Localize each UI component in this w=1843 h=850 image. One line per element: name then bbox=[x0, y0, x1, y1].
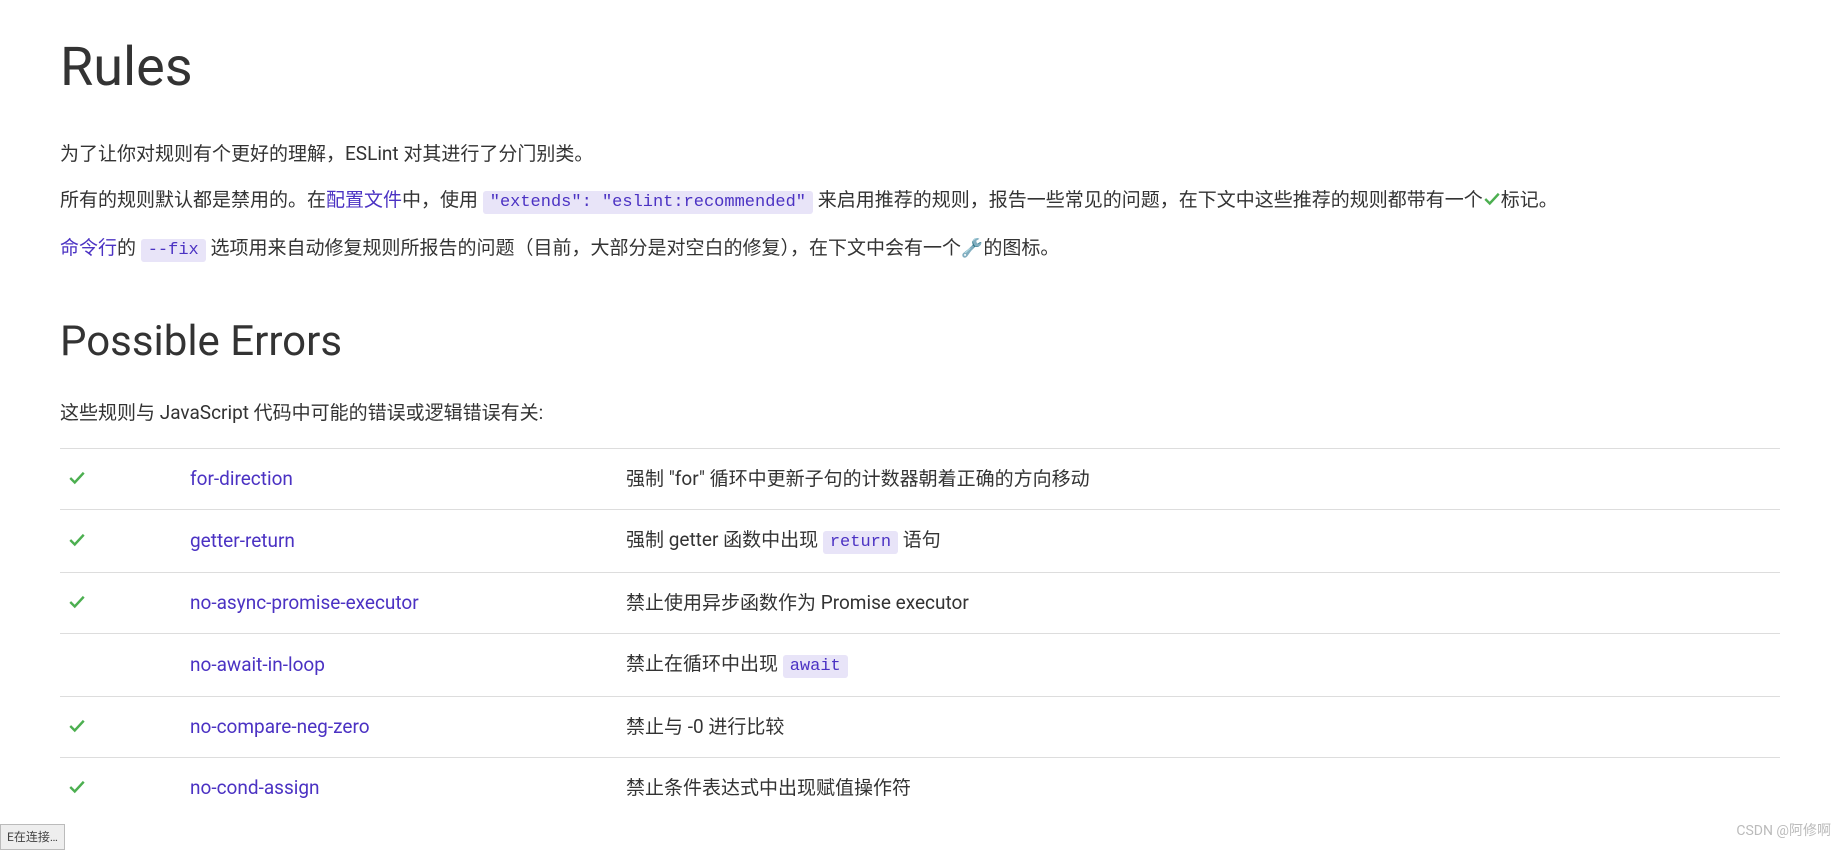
recommended-cell bbox=[60, 572, 121, 633]
text: 来启用推荐的规则，报告一些常见的问题，在下文中这些推荐的规则都带有一个 bbox=[813, 188, 1483, 211]
text: 禁止在循环中出现 bbox=[626, 652, 783, 675]
text: 语句 bbox=[898, 528, 941, 551]
recommended-cell bbox=[60, 448, 121, 509]
table-row: for-direction 强制 "for" 循环中更新子句的计数器朝着正确的方向… bbox=[60, 448, 1780, 509]
section-heading: Possible Errors bbox=[60, 306, 1780, 377]
rules-table: for-direction 强制 "for" 循环中更新子句的计数器朝着正确的方向… bbox=[60, 448, 1780, 819]
rule-desc-cell: 强制 getter 函数中出现 return 语句 bbox=[618, 509, 1780, 572]
rule-link[interactable]: getter-return bbox=[190, 529, 295, 552]
code-fix: --fix bbox=[141, 239, 206, 262]
rule-desc-cell: 禁止与 -0 进行比较 bbox=[618, 696, 1780, 757]
cli-link[interactable]: 命令行 bbox=[60, 236, 117, 259]
recommended-cell bbox=[60, 634, 121, 697]
check-icon bbox=[68, 591, 86, 614]
fixable-cell bbox=[121, 634, 182, 697]
table-row: no-async-promise-executor 禁止使用异步函数作为 Prom… bbox=[60, 572, 1780, 633]
config-file-link[interactable]: 配置文件 bbox=[326, 188, 402, 211]
rule-link[interactable]: no-compare-neg-zero bbox=[190, 715, 370, 738]
text: 的 bbox=[117, 236, 141, 259]
inline-code: return bbox=[823, 531, 898, 554]
recommended-cell bbox=[60, 758, 121, 819]
fixable-cell bbox=[121, 758, 182, 819]
text: 所有的规则默认都是禁用的。在 bbox=[60, 188, 326, 211]
recommended-cell bbox=[60, 509, 121, 572]
text: 强制 "for" 循环中更新子句的计数器朝着正确的方向移动 bbox=[626, 467, 1090, 490]
rule-name-cell: getter-return bbox=[182, 509, 618, 572]
text: 禁止条件表达式中出现赋值操作符 bbox=[626, 776, 911, 799]
rule-desc-cell: 禁止条件表达式中出现赋值操作符 bbox=[618, 758, 1780, 819]
recommended-cell bbox=[60, 696, 121, 757]
intro-paragraph-3: 命令行的 --fix 选项用来自动修复规则所报告的问题（目前，大部分是对空白的修… bbox=[60, 232, 1780, 266]
rule-name-cell: no-cond-assign bbox=[182, 758, 618, 819]
fixable-cell bbox=[121, 509, 182, 572]
intro-paragraph-1: 为了让你对规则有个更好的理解，ESLint 对其进行了分门别类。 bbox=[60, 138, 1780, 170]
section-intro: 这些规则与 JavaScript 代码中可能的错误或逻辑错误有关: bbox=[60, 397, 1780, 429]
wrench-icon: 🔧 bbox=[961, 234, 983, 265]
check-icon bbox=[68, 776, 86, 799]
table-row: no-await-in-loop 禁止在循环中出现 await bbox=[60, 634, 1780, 697]
check-icon bbox=[68, 715, 86, 738]
rule-desc-cell: 禁止在循环中出现 await bbox=[618, 634, 1780, 697]
fixable-cell bbox=[121, 572, 182, 633]
rule-link[interactable]: for-direction bbox=[190, 467, 293, 490]
table-row: no-compare-neg-zero 禁止与 -0 进行比较 bbox=[60, 696, 1780, 757]
watermark: CSDN @阿修啊 bbox=[1736, 820, 1831, 844]
text: 禁止与 -0 进行比较 bbox=[626, 715, 784, 738]
rule-name-cell: no-compare-neg-zero bbox=[182, 696, 618, 757]
text: 的图标。 bbox=[983, 236, 1059, 259]
check-icon bbox=[68, 529, 86, 552]
intro-paragraph-2: 所有的规则默认都是禁用的。在配置文件中，使用 "extends": "eslin… bbox=[60, 184, 1780, 218]
text: 中，使用 bbox=[402, 188, 483, 211]
table-row: no-cond-assign 禁止条件表达式中出现赋值操作符 bbox=[60, 758, 1780, 819]
fixable-cell bbox=[121, 696, 182, 757]
rule-link[interactable]: no-async-promise-executor bbox=[190, 591, 419, 614]
rule-link[interactable]: no-await-in-loop bbox=[190, 653, 325, 676]
text: 选项用来自动修复规则所报告的问题（目前，大部分是对空白的修复），在下文中会有一个 bbox=[206, 236, 961, 259]
code-extends: "extends": "eslint:recommended" bbox=[483, 191, 813, 214]
check-icon bbox=[1483, 188, 1501, 211]
table-row: getter-return 强制 getter 函数中出现 return 语句 bbox=[60, 509, 1780, 572]
rule-name-cell: no-async-promise-executor bbox=[182, 572, 618, 633]
rule-desc-cell: 强制 "for" 循环中更新子句的计数器朝着正确的方向移动 bbox=[618, 448, 1780, 509]
check-icon bbox=[68, 467, 86, 490]
page-title: Rules bbox=[60, 22, 1780, 114]
text: 标记。 bbox=[1501, 188, 1558, 211]
rule-name-cell: for-direction bbox=[182, 448, 618, 509]
browser-status-bar: E在连接… bbox=[0, 824, 65, 850]
rule-name-cell: no-await-in-loop bbox=[182, 634, 618, 697]
text: 强制 getter 函数中出现 bbox=[626, 528, 823, 551]
rule-link[interactable]: no-cond-assign bbox=[190, 776, 320, 799]
fixable-cell bbox=[121, 448, 182, 509]
inline-code: await bbox=[783, 655, 848, 678]
text: 禁止使用异步函数作为 Promise executor bbox=[626, 591, 969, 614]
rule-desc-cell: 禁止使用异步函数作为 Promise executor bbox=[618, 572, 1780, 633]
